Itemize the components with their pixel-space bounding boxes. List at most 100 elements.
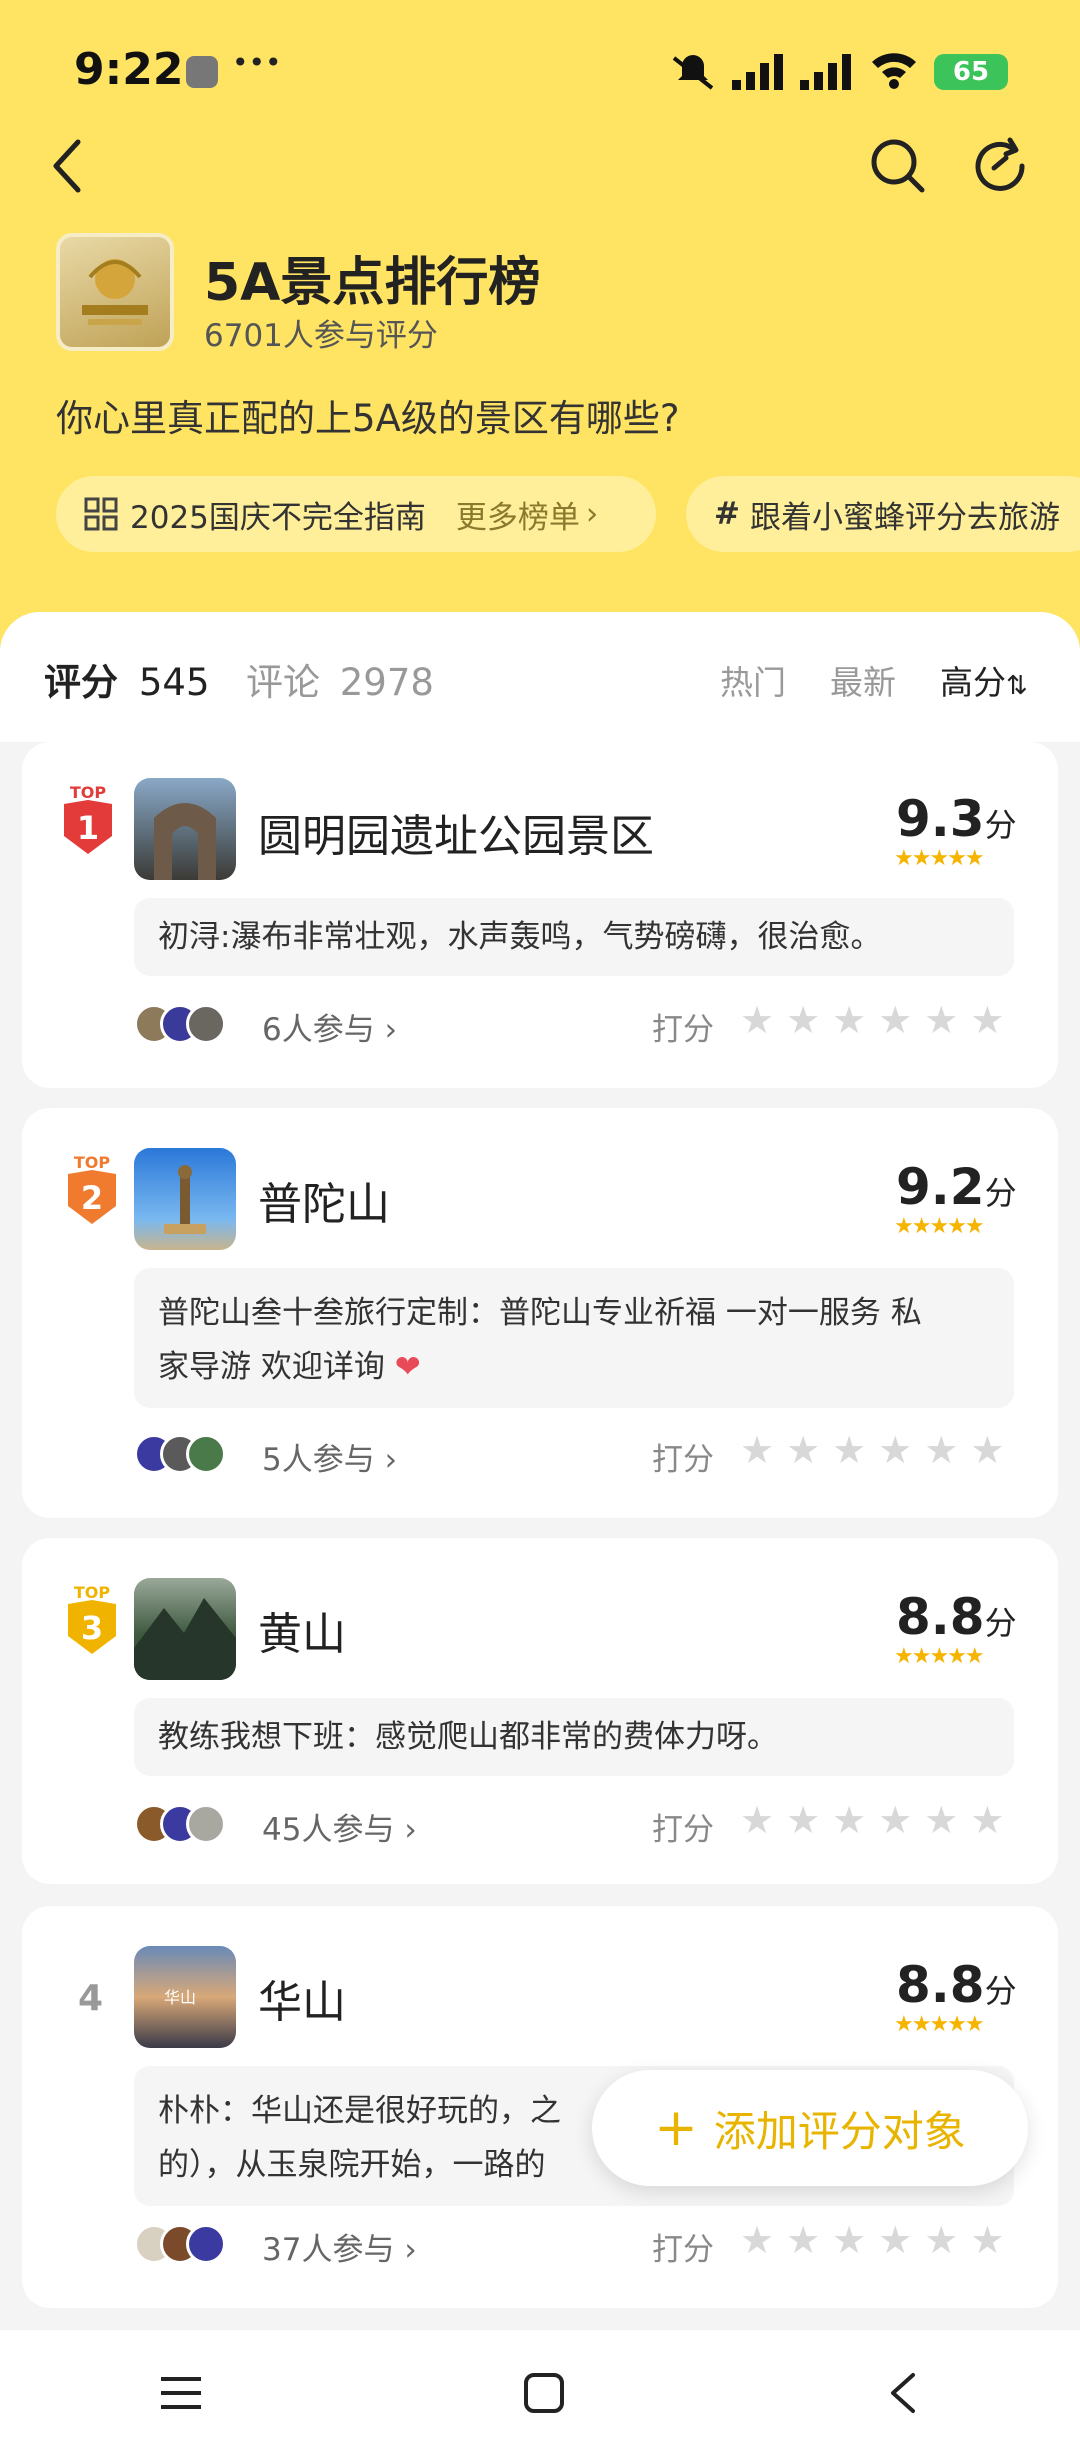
spot-thumbnail <box>134 1148 236 1250</box>
spot-thumbnail <box>134 1578 236 1680</box>
sort-new[interactable]: 最新 <box>830 656 896 704</box>
wifi-icon <box>870 50 918 94</box>
top-comment[interactable]: 初浔:瀑布非常壮观，水声轰鸣，气势磅礴，很治愈。 <box>134 898 1014 976</box>
chevron-left-icon <box>53 139 81 193</box>
menu-icon <box>161 2377 202 2409</box>
score-unit: 分 <box>984 1972 1017 2010</box>
rate-stars-input[interactable]: ★★★★★★ <box>740 1798 1016 1842</box>
tab-rating-count: 545 <box>138 661 210 704</box>
battery-icon: 65 <box>934 54 1008 90</box>
score-block: 9.3分 <box>896 790 1017 848</box>
participants-link[interactable]: 6人参与 › <box>262 1004 397 1049</box>
rate-stars-input[interactable]: ★★★★★★ <box>740 1428 1016 1472</box>
participant-avatars <box>134 1434 226 1474</box>
score-stars: ★★★★★ <box>894 1214 985 1239</box>
list-participants: 6701人参与评分 <box>204 318 438 354</box>
search-icon <box>871 139 925 193</box>
home-button[interactable] <box>522 2371 566 2419</box>
chevron-right-icon: › <box>384 1442 397 1478</box>
refresh-share-icon <box>975 137 1025 191</box>
guide-pill[interactable]: 2025国庆不完全指南 更多榜单 › <box>56 476 656 552</box>
svg-text:1: 1 <box>77 809 99 847</box>
rate-label: 打分 <box>652 1012 714 1048</box>
more-lists-link[interactable]: 更多榜单 <box>456 492 580 537</box>
score-value: 9.2 <box>896 1158 985 1216</box>
sort-high-label: 高分 <box>940 663 1006 702</box>
plus-icon: + <box>654 2098 698 2158</box>
battery-level: 65 <box>952 57 990 87</box>
spot-thumbnail: 华山 <box>134 1946 236 2048</box>
svg-text:2: 2 <box>81 1179 103 1217</box>
tab-comments-label: 评论 <box>246 661 320 704</box>
participants-count: 6人参与 <box>262 1012 375 1048</box>
sort-hot[interactable]: 热门 <box>720 656 786 704</box>
comment-line: 普陀山叁十叁旅行定制：普陀山专业祈福 一对一服务 私 <box>158 1295 922 1331</box>
score-stars: ★★★★★ <box>894 1644 985 1669</box>
top-comment[interactable]: 教练我想下班：感觉爬山都非常的费体力呀。 <box>134 1698 1014 1776</box>
participant-avatars <box>134 1804 226 1844</box>
rate-label: 打分 <box>652 1442 714 1478</box>
tab-comments-count: 2978 <box>339 661 434 704</box>
share-button[interactable] <box>966 130 1038 202</box>
participants-count: 5人参与 <box>262 1442 375 1478</box>
search-button[interactable] <box>862 130 934 202</box>
top2-badge: TOP 2 <box>64 1153 120 1226</box>
score-stars: ★★★★★ <box>894 846 985 871</box>
add-rating-target-label: 添加评分对象 <box>713 2106 966 2156</box>
sort-high[interactable]: 高分⇅ <box>940 656 1028 704</box>
score-stars: ★★★★★ <box>894 2012 985 2037</box>
rate-label: 打分 <box>652 1812 714 1848</box>
participants-count: 45人参与 <box>262 1812 395 1848</box>
rank-number: 4 <box>78 1978 104 2019</box>
participants-link[interactable]: 37人参与 › <box>262 2224 417 2269</box>
top-comment[interactable]: 普陀山叁十叁旅行定制：普陀山专业祈福 一对一服务 私 家导游 欢迎详询 ❤ <box>134 1268 1014 1408</box>
settings-status-icon <box>186 56 218 88</box>
spot-name: 华山 <box>258 1977 346 2028</box>
chevron-right-icon: › <box>404 1812 417 1848</box>
score-block: 9.2分 <box>896 1158 1017 1216</box>
participant-avatars <box>134 2224 226 2264</box>
participants-link[interactable]: 5人参与 › <box>262 1434 397 1479</box>
add-rating-target-button[interactable]: + 添加评分对象 <box>592 2070 1028 2186</box>
thumb-label: 华山 <box>164 1988 197 2007</box>
spot-thumbnail <box>134 778 236 880</box>
score-value: 8.8 <box>896 1588 985 1646</box>
hashtag-icon: # <box>714 496 740 532</box>
comment-line: 家导游 欢迎详询 <box>158 1349 385 1385</box>
score-unit: 分 <box>984 1174 1017 1212</box>
top1-badge: TOP 1 <box>60 783 116 856</box>
heart-icon: ❤ <box>394 1349 421 1385</box>
tab-comments[interactable]: 评论 2978 <box>246 652 434 706</box>
rate-stars-input[interactable]: ★★★★★★ <box>740 998 1016 1042</box>
tab-rating[interactable]: 评分 545 <box>44 652 210 706</box>
score-unit: 分 <box>984 806 1017 844</box>
signal-icon-2 <box>800 54 856 94</box>
menu-button[interactable] <box>159 2373 203 2417</box>
topic-pill[interactable]: # 跟着小蜜蜂评分去旅游 <box>686 476 1080 552</box>
spot-name: 黄山 <box>258 1609 346 1660</box>
score-unit: 分 <box>984 1604 1017 1642</box>
score-value: 8.8 <box>896 1956 985 2014</box>
back-triangle-icon <box>890 2373 915 2413</box>
tab-rating-label: 评分 <box>44 661 118 704</box>
participant-avatars <box>134 1004 226 1044</box>
chevron-right-icon: › <box>585 496 599 532</box>
svg-text:3: 3 <box>81 1609 103 1647</box>
system-nav-bar <box>0 2330 1080 2460</box>
mute-icon <box>668 52 718 96</box>
list-question: 你心里真正配的上5A级的景区有哪些? <box>56 397 680 440</box>
rate-stars-input[interactable]: ★★★★★★ <box>740 2218 1016 2262</box>
chevron-right-icon: › <box>404 2232 417 2268</box>
top-label: TOP <box>74 1584 111 1602</box>
back-button[interactable] <box>32 130 104 202</box>
score-block: 8.8分 <box>896 1956 1017 2014</box>
list-logo <box>56 233 174 351</box>
system-back-button[interactable] <box>885 2371 921 2419</box>
sort-arrows-icon: ⇅ <box>1006 671 1028 701</box>
participants-count: 37人参与 <box>262 2232 395 2268</box>
chevron-right-icon: › <box>384 1012 397 1048</box>
participants-link[interactable]: 45人参与 › <box>262 1804 417 1849</box>
signal-icon-1 <box>732 54 788 94</box>
guide-pill-label: 2025国庆不完全指南 <box>130 499 426 536</box>
status-time: 9:22 <box>74 44 184 95</box>
